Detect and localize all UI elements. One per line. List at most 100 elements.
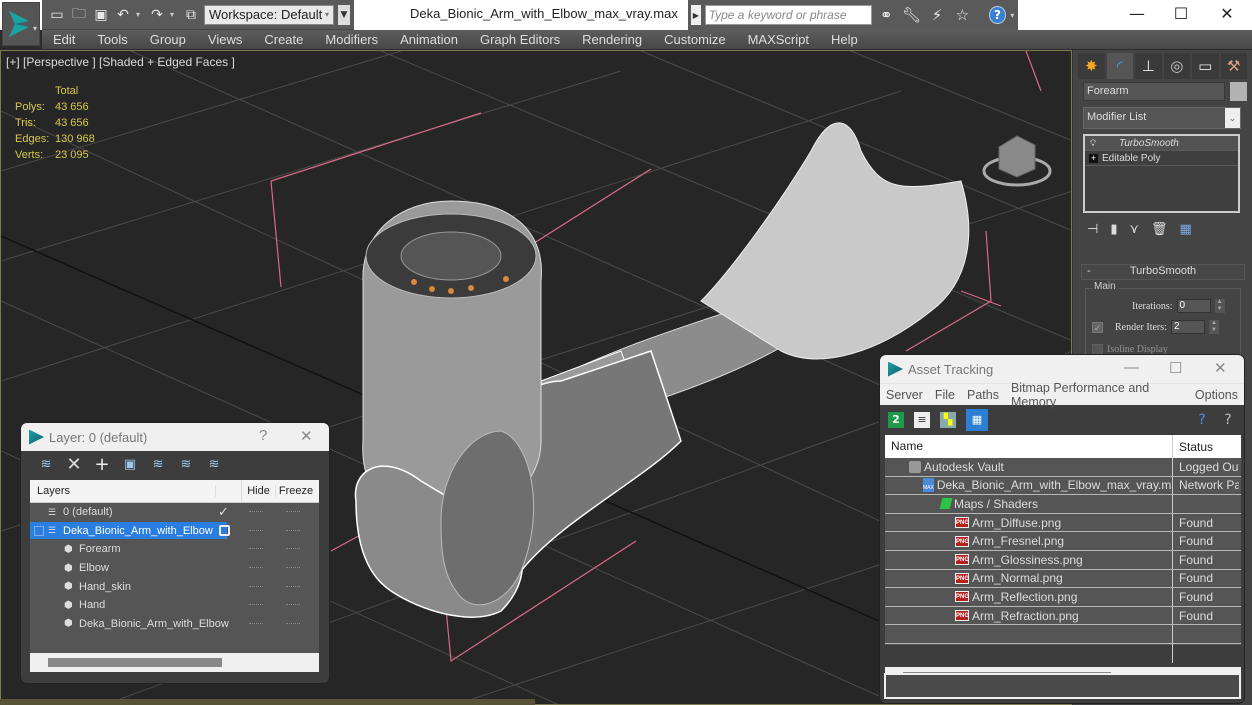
hide-toggle[interactable] [249,548,263,550]
maximize-button[interactable]: ☐ [1158,2,1204,26]
freeze-toggle[interactable] [286,604,300,606]
project-folder-icon[interactable]: ⧉ [182,6,200,24]
pin-stack-icon[interactable]: ⊣ [1087,222,1098,237]
active-layer-check-icon[interactable]: ✓ [218,504,229,520]
modify-tab[interactable]: ◜ [1106,53,1133,79]
object-row[interactable]: ⬢ Forearm [30,540,319,559]
column-name[interactable]: Name [885,435,1173,458]
menu-file[interactable]: File [929,388,961,402]
spinner-arrows[interactable]: ▲ ▼ [1208,320,1219,334]
object-row[interactable]: ⬢ Hand [30,596,319,615]
add-to-layer-icon[interactable]: + [93,454,111,475]
remove-modifier-icon[interactable]: 🗑︎ [1151,222,1168,237]
refresh-icon[interactable]: 2 [888,411,904,428]
close-button[interactable]: ✕ [300,427,313,445]
viewport-label[interactable]: [+] [Perspective ] [Shaded + Edged Faces… [6,55,235,69]
hide-toggle[interactable] [249,567,263,569]
key-icon[interactable]: 🔧︎ [901,6,922,24]
object-row[interactable]: ⬢ Elbow [30,559,319,578]
workspace-select[interactable]: Workspace: Default ▾ [204,4,334,25]
utilities-tab[interactable]: ⚒ [1220,53,1247,79]
highlight-layer-icon[interactable]: ≋ [149,456,167,474]
help-button[interactable]: ? [259,427,267,444]
asset-row[interactable]: PNG Arm_Glossiness.png Found [885,550,1241,570]
layer-row[interactable]: ☰ Deka_Bionic_Arm_with_Elbow [30,522,319,541]
render-iters-checkbox[interactable]: ✓ [1092,321,1103,333]
object-name-field[interactable]: Forearm [1083,82,1225,101]
close-button[interactable]: ✕ [1214,359,1227,377]
asset-row[interactable]: PNG Arm_Reflection.png Found [885,588,1241,607]
context-help-icon[interactable]: ? [1220,412,1236,428]
freeze-toggle[interactable] [286,585,300,588]
undo-icon[interactable]: ↶ [114,6,132,24]
stack-item-editable-poly[interactable]: + Editable Poly [1085,151,1238,166]
menu-group[interactable]: Group [139,32,197,47]
maximize-button[interactable]: ☐ [1169,359,1182,377]
asset-row[interactable]: Maps / Shaders [885,495,1241,514]
star-icon[interactable]: ☆ [952,6,973,24]
stack-item-turbosmooth[interactable]: 💡︎ TurboSmooth [1085,136,1238,151]
new-layer-icon[interactable]: ≋ [37,456,55,474]
object-color-swatch[interactable] [1230,82,1247,101]
hide-toggle[interactable] [249,511,263,513]
layer-dialog-titlebar[interactable]: Layer: 0 (default) ? ✕ [21,423,329,451]
binoculars-icon[interactable]: ⚭ [876,6,897,24]
menu-edit[interactable]: Edit [42,32,86,47]
turbosmooth-rollout-header[interactable]: - TurboSmooth [1081,264,1245,280]
column-hide[interactable]: Hide [242,485,276,497]
select-objects-icon[interactable]: ▣ [121,456,139,474]
menu-views[interactable]: Views [197,32,253,47]
open-folder-icon[interactable]: 🗀 [70,6,88,24]
hide-all-icon[interactable]: ≋ [177,456,195,474]
asset-row[interactable]: PNG Arm_Refraction.png Found [885,606,1241,626]
object-row[interactable]: ⬢ Hand_skin [30,577,319,596]
new-file-icon[interactable]: ▭ [48,6,66,24]
column-status[interactable]: Status [1173,440,1213,454]
delete-icon[interactable]: ✕ [65,454,83,475]
freeze-toggle[interactable] [286,529,300,532]
asset-row[interactable]: Autodesk Vault Logged Out [885,458,1241,477]
viewcube[interactable] [982,135,1052,187]
show-end-result-icon[interactable]: ▮ [1110,222,1117,237]
grid-view-icon[interactable]: ▦ [966,408,988,431]
save-icon[interactable]: ▣ [92,6,110,24]
iterations-spinner[interactable]: 0 [1176,299,1211,313]
menu-customize[interactable]: Customize [653,32,736,47]
asset-row[interactable]: PNG Arm_Diffuse.png Found [885,513,1241,533]
redo-icon[interactable]: ↷ [148,6,166,24]
minimize-button[interactable]: — [1124,359,1139,376]
spinner-arrows[interactable]: ▲ ▼ [1214,299,1225,313]
create-tab[interactable]: ✸ [1078,53,1105,79]
hide-toggle[interactable] [249,585,263,588]
search-expand-button[interactable]: ▶ [691,5,701,25]
redo-dropdown[interactable]: ▾ [170,10,178,19]
help-icon[interactable]: ? [1194,412,1210,428]
layer-row[interactable]: ☰ 0 (default) ✓ [30,503,319,522]
horizontal-scrollbar[interactable] [30,653,319,672]
thumbnail-icon[interactable]: ▚ [940,411,956,428]
plus-icon[interactable]: + [1089,153,1098,163]
help-dropdown[interactable]: ▾ [1010,11,1018,20]
display-tab[interactable]: ▭ [1192,53,1219,79]
hide-toggle[interactable] [249,622,263,625]
menu-paths[interactable]: Paths [961,388,1005,402]
menu-graph-editors[interactable]: Graph Editors [469,32,571,47]
object-row[interactable]: ⬢ Deka_Bionic_Arm_with_Elbow [30,615,319,634]
make-unique-icon[interactable]: ⋎ [1129,222,1139,237]
modifier-list-dropdown[interactable]: Modifier List ⌄ [1083,107,1241,129]
scrollbar-thumb[interactable] [48,658,222,667]
render-iters-spinner[interactable]: 2 [1170,320,1205,334]
configure-sets-icon[interactable]: ▦ [1180,222,1192,237]
freeze-all-icon[interactable]: ≋ [205,456,223,474]
bulb-icon[interactable]: 💡︎ [1085,138,1101,149]
freeze-toggle[interactable] [286,567,300,569]
column-layers[interactable]: Layers [30,485,216,497]
expand-toggle[interactable] [34,525,44,536]
asset-row[interactable]: MAX Deka_Bionic_Arm_with_Elbow_max_vray.m… [885,476,1241,496]
asset-dialog-titlebar[interactable]: Asset Tracking — ☐ ✕ [880,355,1244,383]
motion-tab[interactable]: ◎ [1163,53,1190,79]
hide-toggle[interactable] [249,604,263,606]
freeze-toggle[interactable] [286,622,300,625]
menu-options[interactable]: Options [1189,388,1244,402]
workspace-more-button[interactable]: ▼ [338,4,350,25]
